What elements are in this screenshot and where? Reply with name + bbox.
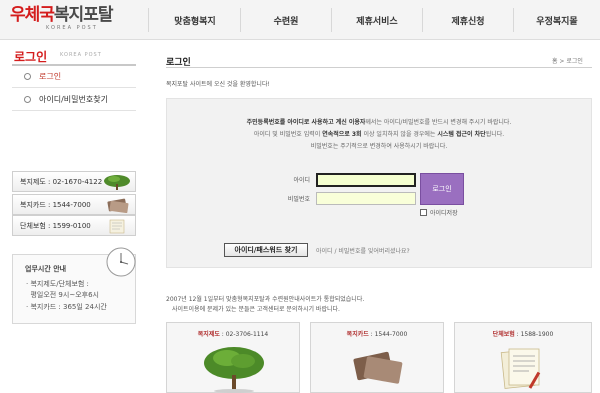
documents-icon: [109, 219, 125, 234]
contact-card-welfare-card[interactable]: 복지카드 : 1544-7000: [310, 322, 444, 393]
notice-line: 비밀번호는 주기적으로 변경하여 사용하시기 바랍니다.: [310, 143, 448, 150]
business-hours-line: · 복지카드 : 365일 24시간: [26, 303, 107, 311]
nav-divider: [148, 8, 149, 32]
sidebar-item-label: 로그인: [39, 72, 62, 81]
login-button[interactable]: 로그인: [420, 173, 464, 205]
nav-item-partner-services[interactable]: 제휴서비스: [332, 0, 422, 40]
title-divider: [166, 67, 592, 68]
nav-item-training-center[interactable]: 수련원: [241, 0, 331, 40]
contact-welfare-card[interactable]: 복지카드 : 1544-7000: [12, 194, 136, 215]
business-hours-title: 업무시간 안내: [25, 265, 67, 273]
notice-line: 주민등록번호를 아이디로 사용하고 계신 이용자께서는 아이디/비밀번호를 반드…: [246, 119, 512, 126]
contact-welfare-system[interactable]: 복지제도 : 02-1670-4122: [12, 171, 136, 192]
notice-line: 아이디 및 비밀번호 입력이 연속적으로 3회 이상 일치하지 않을 경우에는 …: [253, 131, 505, 138]
id-input[interactable]: [316, 173, 416, 187]
contact-card-group-insurance[interactable]: 단체보험 : 1588-1900: [454, 322, 592, 393]
save-id-label: 아이디저장: [430, 210, 458, 217]
documents-icon: [500, 348, 541, 389]
tree-icon: [204, 347, 264, 393]
notice-emphasis: 시스템 접근이 차단: [437, 131, 486, 138]
business-hours-line: 평일오전 9시~오후6시: [26, 291, 99, 299]
info-line: 사이트이용에 문제가 있는 분들은 고객센터로 문의하시기 바랍니다.: [172, 306, 340, 313]
forgot-account-text: 아이디 / 비밀번호를 잊어버리셨나요?: [316, 248, 410, 255]
breadcrumb: 홈 > 로그인: [552, 58, 583, 65]
contact-label: 단체보험 : 1599-0100: [20, 221, 91, 230]
radio-bullet-icon: [24, 73, 31, 80]
password-input[interactable]: [316, 192, 416, 205]
contact-card-welfare-system[interactable]: 복지제도 : 02-3706-1114: [166, 322, 300, 393]
nav-item-custom-welfare[interactable]: 맞춤형복지: [150, 0, 240, 40]
save-id-checkbox[interactable]: 아이디저장: [420, 208, 458, 217]
notice-emphasis: 주민등록번호를 아이디로 사용하고 계신 이용자: [246, 119, 366, 126]
notice-emphasis: 연속적으로 3회: [322, 131, 362, 138]
nav-item-partner-apply[interactable]: 제휴신청: [423, 0, 513, 40]
sidebar-title-en: KOREA POST: [60, 52, 102, 58]
card-title: 복지제도 : 02-3706-1114: [197, 331, 269, 338]
contact-label: 복지카드 : 1544-7000: [20, 200, 91, 209]
cards-icon: [353, 351, 403, 384]
business-hours-line: · 복지제도/단체보험 :: [26, 280, 89, 288]
cards-icon: [107, 198, 129, 213]
find-id-password-button[interactable]: 아이디/패스워드 찾기: [224, 243, 308, 257]
password-label: 비밀번호: [287, 196, 310, 203]
tree-icon: [104, 175, 130, 190]
site-logo[interactable]: 우체국복지포탈 KOREA POST: [10, 6, 122, 36]
welcome-message: 복지포탈 사이트에 오신 것을 환영합니다!: [166, 81, 270, 88]
card-title: 복지카드 : 1544-7000: [346, 331, 408, 338]
logo-subtitle: KOREA POST: [46, 25, 98, 31]
contact-label: 복지제도 : 02-1670-4122: [20, 177, 103, 186]
logo-main-dark: 복지포탈: [53, 5, 114, 25]
id-label: 아이디: [293, 177, 310, 184]
sidebar-item-login[interactable]: 로그인: [12, 66, 136, 88]
info-line: 2007년 12월 1일부터 맞춤형복지포탈과 수련원안내사이트가 통합되었습니…: [166, 296, 365, 303]
checkbox-icon[interactable]: [420, 209, 427, 216]
radio-bullet-icon: [24, 96, 31, 103]
contact-group-insurance[interactable]: 단체보험 : 1599-0100: [12, 215, 136, 236]
sidebar-item-find-account[interactable]: 아이디/비밀번호찾기: [12, 89, 136, 111]
logo-main-red: 우체국: [10, 5, 55, 25]
card-title: 단체보험 : 1588-1900: [492, 331, 554, 338]
nav-item-welfare-mall[interactable]: 우정복지몰: [514, 0, 600, 40]
sidebar-title: 로그인: [14, 50, 48, 64]
sidebar-item-label: 아이디/비밀번호찾기: [39, 95, 108, 104]
clock-icon: [106, 247, 136, 277]
